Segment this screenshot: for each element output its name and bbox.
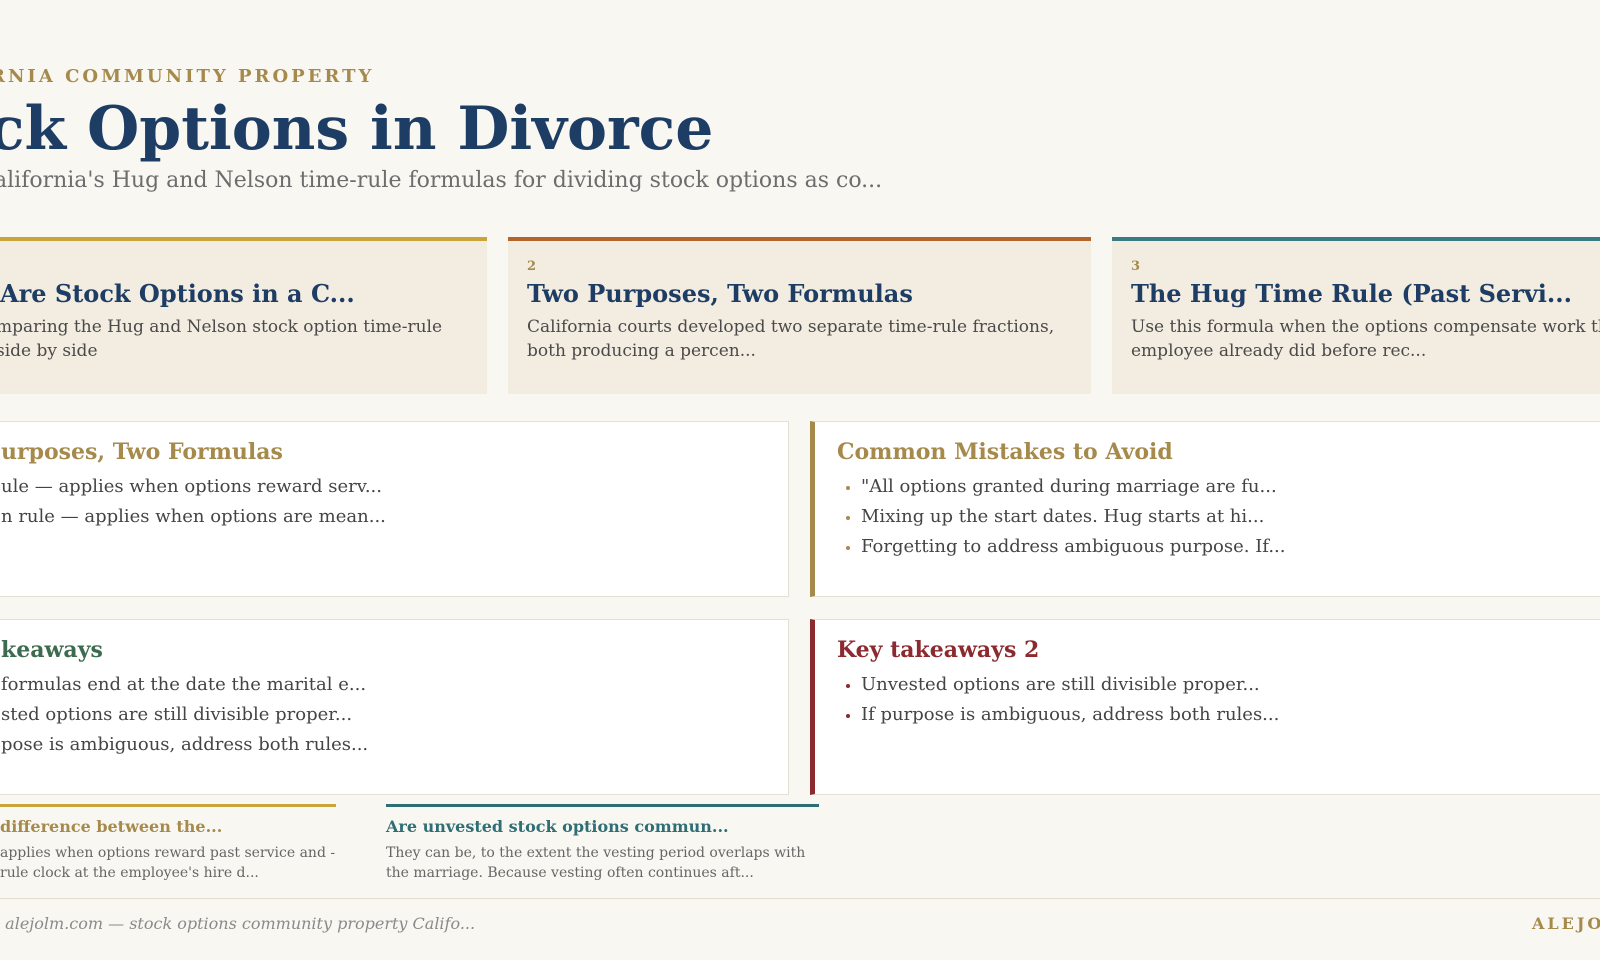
list-item: n rule — applies when options are mean..… bbox=[1, 506, 386, 527]
list-item: pose is ambiguous, address both rules... bbox=[1, 734, 369, 755]
card-1[interactable]: Are Stock Options in a C... mparing the … bbox=[0, 237, 487, 394]
panel-takeaways-2: Key takeaways 2 Unvested options are sti… bbox=[810, 619, 1600, 795]
list-item: "All options granted during marriage are… bbox=[861, 472, 1286, 502]
panel-takeaways: keaways formulas end at the date the mar… bbox=[0, 619, 789, 795]
faq-item-2[interactable]: Are unvested stock options commun... The… bbox=[386, 804, 819, 886]
panel-title: Common Mistakes to Avoid bbox=[837, 439, 1173, 465]
list-item: Mixing up the start dates. Hug starts at… bbox=[861, 502, 1286, 532]
faq-question[interactable]: Are unvested stock options commun... bbox=[386, 817, 729, 836]
card-title: Are Stock Options in a C... bbox=[0, 279, 355, 308]
faq-answer: applies when options reward past service… bbox=[0, 845, 336, 881]
card-2[interactable]: 2 Two Purposes, Two Formulas California … bbox=[508, 237, 1091, 394]
brand-logo[interactable]: ALEJO bbox=[1532, 914, 1600, 933]
footer-divider bbox=[0, 898, 1600, 899]
section-eyebrow: RNIA COMMUNITY PROPERTY bbox=[0, 66, 375, 87]
list-item: If purpose is ambiguous, address both ru… bbox=[861, 700, 1279, 730]
list-item: sted options are still divisible proper.… bbox=[1, 704, 353, 725]
card-3[interactable]: 3 The Hug Time Rule (Past Servi... Use t… bbox=[1112, 237, 1600, 394]
page-subtitle: alifornia's Hug and Nelson time-rule for… bbox=[0, 168, 883, 193]
footer-source[interactable]: · alejolm.com — stock options community … bbox=[0, 914, 475, 933]
card-description: California courts developed two separate… bbox=[527, 317, 1055, 361]
card-number: 2 bbox=[527, 259, 537, 274]
list-item: Forgetting to address ambiguous purpose.… bbox=[861, 532, 1286, 562]
panel-title: Key takeaways 2 bbox=[837, 637, 1040, 663]
card-description: mparing the Hug and Nelson stock option … bbox=[0, 317, 443, 361]
panel-purposes: urposes, Two Formulas ule — applies when… bbox=[0, 421, 789, 597]
faq-answer: They can be, to the extent the vesting p… bbox=[386, 845, 806, 881]
card-number: 3 bbox=[1131, 259, 1141, 274]
card-description: Use this formula when the options compen… bbox=[1131, 317, 1600, 361]
card-title: The Hug Time Rule (Past Servi... bbox=[1131, 279, 1572, 308]
list-item: ule — applies when options reward serv..… bbox=[1, 476, 382, 497]
panel-title: urposes, Two Formulas bbox=[1, 439, 283, 465]
card-title: Two Purposes, Two Formulas bbox=[527, 279, 913, 308]
page-title: ck Options in Divorce bbox=[0, 94, 714, 164]
panel-mistakes: Common Mistakes to Avoid "All options gr… bbox=[810, 421, 1600, 597]
faq-question[interactable]: difference between the... bbox=[0, 817, 222, 836]
faq-item-1[interactable]: difference between the... applies when o… bbox=[0, 804, 336, 886]
panel-title: keaways bbox=[1, 637, 103, 663]
list-item: formulas end at the date the marital e..… bbox=[1, 674, 367, 695]
list-item: Unvested options are still divisible pro… bbox=[861, 670, 1279, 700]
